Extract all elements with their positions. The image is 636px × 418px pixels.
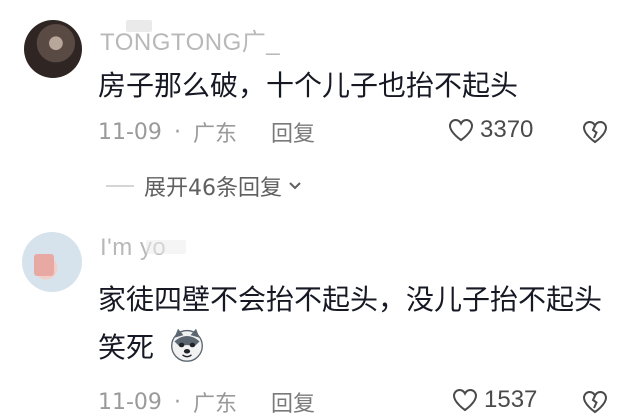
dislike-button[interactable] — [582, 120, 608, 144]
expand-replies-button[interactable]: 展开46条回复 — [106, 170, 304, 202]
reply-button[interactable]: 回复 — [271, 116, 315, 148]
reply-button[interactable]: 回复 — [271, 386, 315, 418]
meta-separator: · — [173, 119, 181, 145]
like-button[interactable]: 1537 — [452, 386, 537, 414]
comment-text: 房子那么破，十个儿子也抬不起头 — [98, 69, 519, 102]
meta-separator: · — [173, 389, 181, 415]
avatar[interactable] — [24, 20, 82, 78]
like-count: 3370 — [480, 116, 534, 143]
expand-replies-label: 展开46条回复 — [144, 176, 282, 201]
username-blur — [146, 240, 186, 254]
comment-location: 广东 — [192, 392, 237, 417]
dislike-button[interactable] — [582, 390, 608, 414]
like-button[interactable]: 3370 — [448, 116, 533, 144]
broken-heart-icon — [582, 120, 608, 144]
username-blur — [126, 20, 152, 32]
comment-meta: 11-09 · 广东 回复 — [98, 386, 315, 418]
comment-location: 广东 — [192, 122, 237, 147]
avatar[interactable] — [22, 232, 82, 292]
husky-dog-sticker-icon — [170, 328, 203, 362]
comment-date: 11-09 — [98, 389, 162, 415]
comment-date: 11-09 — [98, 119, 162, 145]
broken-heart-icon — [582, 390, 608, 414]
comment-text: 家徒四壁不会抬不起头，没儿子抬不起头 笑死 — [98, 276, 618, 372]
heart-outline-icon — [448, 118, 474, 142]
comment-meta: 11-09 · 广东 回复 — [98, 116, 315, 148]
like-count: 1537 — [484, 386, 538, 413]
heart-outline-icon — [452, 388, 478, 412]
chevron-down-icon — [289, 182, 301, 190]
divider-line — [106, 185, 134, 187]
